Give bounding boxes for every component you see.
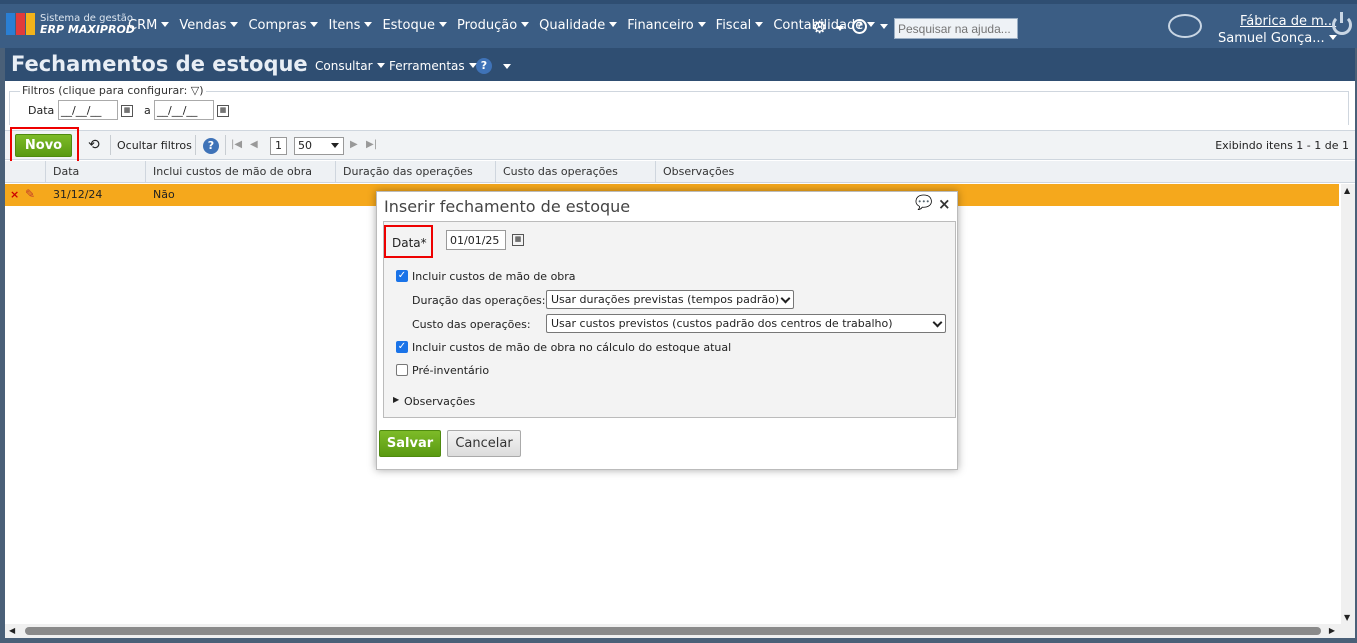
grid-header: Data Inclui custos de mão de obra Duraçã… <box>5 161 1355 183</box>
filter-date-from[interactable]: __/__/__ <box>58 100 118 120</box>
menu-itens[interactable]: Itens <box>328 18 373 33</box>
top-navbar: Sistema de gestão ERP MAXIPROD CRM Venda… <box>0 0 1357 48</box>
scroll-right-icon[interactable]: ▶ <box>1329 626 1335 635</box>
duracao-select[interactable]: Usar durações previstas (tempos padrão) <box>546 290 794 309</box>
custo-select[interactable]: Usar custos previstos (custos padrão dos… <box>546 314 946 333</box>
duracao-label: Duração das operações: <box>412 294 546 307</box>
col-data[interactable]: Data <box>45 161 145 183</box>
page-number-input[interactable]: 1 <box>270 137 287 155</box>
main-menu: CRM Vendas Compras Itens Estoque Produçã… <box>128 18 885 33</box>
last-page-icon[interactable]: ▶| <box>366 139 377 150</box>
data-input[interactable]: 01/01/25 <box>446 230 506 250</box>
page-titlebar: Fechamentos de estoque Consultar Ferrame… <box>5 48 1355 81</box>
menu-fiscal[interactable]: Fiscal <box>716 18 764 33</box>
help-icon[interactable]: ? <box>852 19 867 34</box>
company-link[interactable]: Fábrica de m... <box>1240 14 1336 29</box>
chat-icon[interactable] <box>1168 14 1202 38</box>
page-help-icon[interactable]: ? <box>476 58 492 74</box>
cb-pre-label: Pré-inventário <box>412 364 490 377</box>
help-dropdown-icon[interactable] <box>503 64 511 69</box>
cb-pre-inventario[interactable] <box>396 364 408 376</box>
calendar-icon[interactable]: ▦ <box>512 234 524 246</box>
scroll-thumb[interactable] <box>25 627 1321 635</box>
menu-vendas[interactable]: Vendas <box>179 18 239 33</box>
observacoes-toggle[interactable]: Observações <box>404 395 475 408</box>
col-inclui[interactable]: Inclui custos de mão de obra <box>145 161 335 183</box>
gear-icon[interactable]: ⚙ <box>812 18 845 38</box>
calendar-icon[interactable]: ▦ <box>217 105 229 117</box>
expand-triangle-icon[interactable]: ▶ <box>393 395 399 404</box>
filter-date-label: Data <box>28 104 55 117</box>
grid-help-icon[interactable]: ? <box>203 138 219 154</box>
toolbar-divider <box>225 135 226 155</box>
vertical-scrollbar[interactable]: ▲ ▼ <box>1341 184 1355 624</box>
help-search-input[interactable] <box>894 18 1018 39</box>
insert-dialog: Inserir fechamento de estoque 💬 × Data* … <box>376 191 958 470</box>
cb-calculo-label: Incluir custos de mão de obra no cálculo… <box>412 341 732 354</box>
menu-financeiro[interactable]: Financeiro <box>627 18 706 33</box>
power-icon[interactable] <box>1332 12 1352 35</box>
close-icon[interactable]: × <box>938 195 951 213</box>
brand: Sistema de gestão ERP MAXIPROD <box>40 13 135 36</box>
filters-panel: Filtros (clique para configurar: ▽) Data… <box>9 84 1349 125</box>
toolbar-divider <box>195 135 196 155</box>
delete-icon[interactable]: × <box>10 188 19 201</box>
grid-toolbar: Novo ⟲ Ocultar filtros ? |◀ ◀ 1 50 ▶ ▶| … <box>5 127 1355 165</box>
paging-status: Exibindo itens 1 - 1 de 1 <box>1215 139 1349 152</box>
cb-mao-obra[interactable]: ✓ <box>396 270 408 282</box>
menu-estoque[interactable]: Estoque <box>382 18 447 33</box>
dialog-title: Inserir fechamento de estoque <box>384 197 631 216</box>
filter-date-to[interactable]: __/__/__ <box>154 100 214 120</box>
toolbar-divider <box>110 135 111 155</box>
cell-inclui: Não <box>153 188 175 201</box>
col-observacoes[interactable]: Observações <box>655 161 1339 183</box>
calendar-icon[interactable]: ▦ <box>121 105 133 117</box>
refresh-icon[interactable]: ⟲ <box>88 137 100 153</box>
horizontal-scrollbar[interactable]: ◀ ▶ <box>5 624 1355 638</box>
consultar-menu[interactable]: Consultar <box>315 59 385 73</box>
help-dropdown-icon[interactable] <box>880 24 888 29</box>
user-menu[interactable]: Samuel Gonça... <box>1218 31 1337 46</box>
per-page-select[interactable]: 50 <box>294 137 344 155</box>
prev-page-icon[interactable]: ◀ <box>250 139 258 150</box>
salvar-button[interactable]: Salvar <box>379 430 441 457</box>
comment-icon[interactable]: 💬 <box>915 195 932 211</box>
menu-compras[interactable]: Compras <box>248 18 319 33</box>
col-duracao[interactable]: Duração das operações <box>335 161 495 183</box>
cancelar-button[interactable]: Cancelar <box>447 430 521 457</box>
menu-crm[interactable]: CRM <box>128 18 170 33</box>
col-custo[interactable]: Custo das operações <box>495 161 655 183</box>
ocultar-filtros-button[interactable]: Ocultar filtros <box>117 139 192 152</box>
first-page-icon[interactable]: |◀ <box>231 139 242 150</box>
cb-mao-obra-label: Incluir custos de mão de obra <box>412 270 576 283</box>
cb-calculo-estoque[interactable]: ✓ <box>396 341 408 353</box>
scroll-left-icon[interactable]: ◀ <box>9 626 15 635</box>
filters-legend[interactable]: Filtros (clique para configurar: ▽) <box>20 84 206 97</box>
filter-icon[interactable]: ▽ <box>191 84 199 97</box>
data-label: Data* <box>392 236 427 250</box>
brand-line2: ERP MAXIPROD <box>40 23 135 36</box>
scroll-down-icon[interactable]: ▼ <box>1344 613 1350 622</box>
scroll-up-icon[interactable]: ▲ <box>1344 186 1350 195</box>
filter-date-sep: a <box>144 104 151 117</box>
dialog-body: Data* 01/01/25 ▦ ✓ Incluir custos de mão… <box>383 221 956 418</box>
edit-pencil-icon[interactable]: ✎ <box>25 187 35 201</box>
menu-qualidade[interactable]: Qualidade <box>539 18 618 33</box>
cell-data: 31/12/24 <box>53 188 103 201</box>
page-title: Fechamentos de estoque <box>11 52 308 76</box>
maxiprod-logo-icon[interactable] <box>6 12 36 36</box>
novo-button[interactable]: Novo <box>15 134 72 157</box>
next-page-icon[interactable]: ▶ <box>350 139 358 150</box>
custo-label: Custo das operações: <box>412 318 531 331</box>
menu-producao[interactable]: Produção <box>457 18 530 33</box>
ferramentas-menu[interactable]: Ferramentas <box>389 59 477 73</box>
